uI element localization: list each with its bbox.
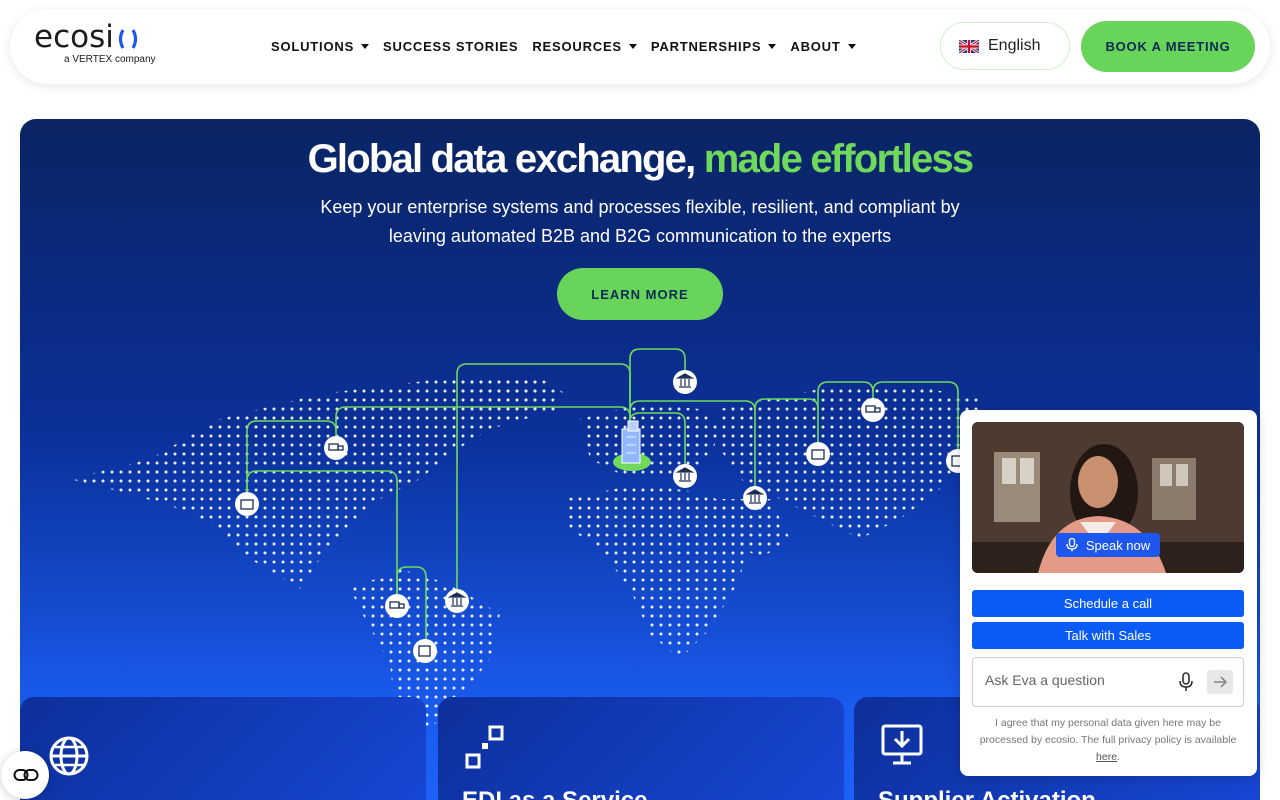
speak-now-button[interactable]: Speak now xyxy=(1056,533,1160,557)
europe xyxy=(580,404,720,479)
ask-eva-input[interactable] xyxy=(985,672,1165,688)
language-selector[interactable]: English xyxy=(940,22,1070,70)
consent-text: I agree that my personal data given here… xyxy=(979,717,1237,746)
ask-eva-box xyxy=(972,657,1244,707)
hero-title-accent: made effortless xyxy=(703,137,974,181)
logo-tagline: a VERTEX company xyxy=(64,54,156,65)
truck-node-icon xyxy=(385,594,409,618)
bank-node-icon xyxy=(743,486,767,510)
store-node-icon xyxy=(235,492,259,516)
menu-partnerships-label: PARTNERSHIPS xyxy=(650,39,762,54)
speak-now-label: Speak now xyxy=(1085,537,1151,553)
language-label: English xyxy=(988,37,1041,54)
link-icon xyxy=(13,769,39,781)
menu-resources[interactable]: RESOURCES xyxy=(532,39,637,54)
store-node-icon xyxy=(806,442,830,466)
ecosio-logo[interactable]: ecosi a VERTEX company xyxy=(34,21,156,65)
package-node-icon xyxy=(413,639,437,663)
chevron-down-icon xyxy=(768,44,777,49)
arrow-right-icon xyxy=(1214,676,1228,688)
menu-success-stories-label: SUCCESS STORIES xyxy=(383,39,519,54)
monitor-download-icon xyxy=(881,724,923,765)
bank-node-icon xyxy=(673,370,697,394)
menu-solutions[interactable]: SOLUTIONS xyxy=(271,39,370,54)
privacy-link[interactable]: here xyxy=(1096,751,1117,763)
continents xyxy=(70,374,980,744)
main-menu: SOLUTIONS SUCCESS STORIES RESOURCES PART… xyxy=(271,39,870,54)
hero-title: Global data exchange, made effortless xyxy=(20,137,1260,182)
microphone-icon[interactable] xyxy=(1178,672,1194,692)
privacy-consent-text: I agree that my personal data given here… xyxy=(979,717,1237,763)
accessibility-button[interactable] xyxy=(1,751,49,799)
chevron-down-icon xyxy=(361,44,370,49)
menu-resources-label: RESOURCES xyxy=(532,39,622,54)
menu-about[interactable]: ABOUT xyxy=(790,39,856,54)
chevron-down-icon xyxy=(847,44,856,49)
assistant-video[interactable]: Speak now xyxy=(972,422,1244,573)
hero-subtitle: Keep your enterprise systems and process… xyxy=(320,197,960,246)
eva-chat-widget: Speak now Schedule a call Talk with Sale… xyxy=(960,410,1257,776)
menu-solutions-label: SOLUTIONS xyxy=(271,39,355,54)
uk-flag-icon xyxy=(958,38,980,54)
truck-node-icon xyxy=(324,436,348,460)
squares-icon xyxy=(465,725,504,769)
menu-success-stories[interactable]: SUCCESS STORIES xyxy=(383,39,518,54)
schedule-call-button[interactable]: Schedule a call xyxy=(972,590,1244,617)
microphone-icon xyxy=(1066,538,1078,552)
solution-card-edi[interactable]: EDI as a Service xyxy=(438,697,844,800)
truck-node-icon xyxy=(861,398,885,422)
logo-bracket-icon xyxy=(116,25,140,49)
menu-about-label: ABOUT xyxy=(790,39,841,54)
bank-node-icon xyxy=(673,464,697,488)
chevron-down-icon xyxy=(628,44,637,49)
talk-with-sales-button[interactable]: Talk with Sales xyxy=(972,622,1244,649)
solution-card-1[interactable] xyxy=(20,697,426,800)
send-button[interactable] xyxy=(1207,670,1233,694)
top-navigation: ecosi a VERTEX company SOLUTIONS SUCCESS… xyxy=(10,9,1270,84)
learn-more-button[interactable]: LEARN MORE xyxy=(557,268,723,320)
globe-icon xyxy=(49,736,89,776)
book-meeting-button[interactable]: BOOK A MEETING xyxy=(1081,21,1255,72)
bank-node-icon xyxy=(445,589,469,613)
menu-partnerships[interactable]: PARTNERSHIPS xyxy=(650,39,777,54)
card-title: EDI as a Service xyxy=(462,787,647,800)
logo-wordmark: ecosi xyxy=(34,19,114,55)
hero-title-main: Global data exchange, xyxy=(307,137,697,181)
card-title: Supplier Activation xyxy=(878,787,1096,800)
